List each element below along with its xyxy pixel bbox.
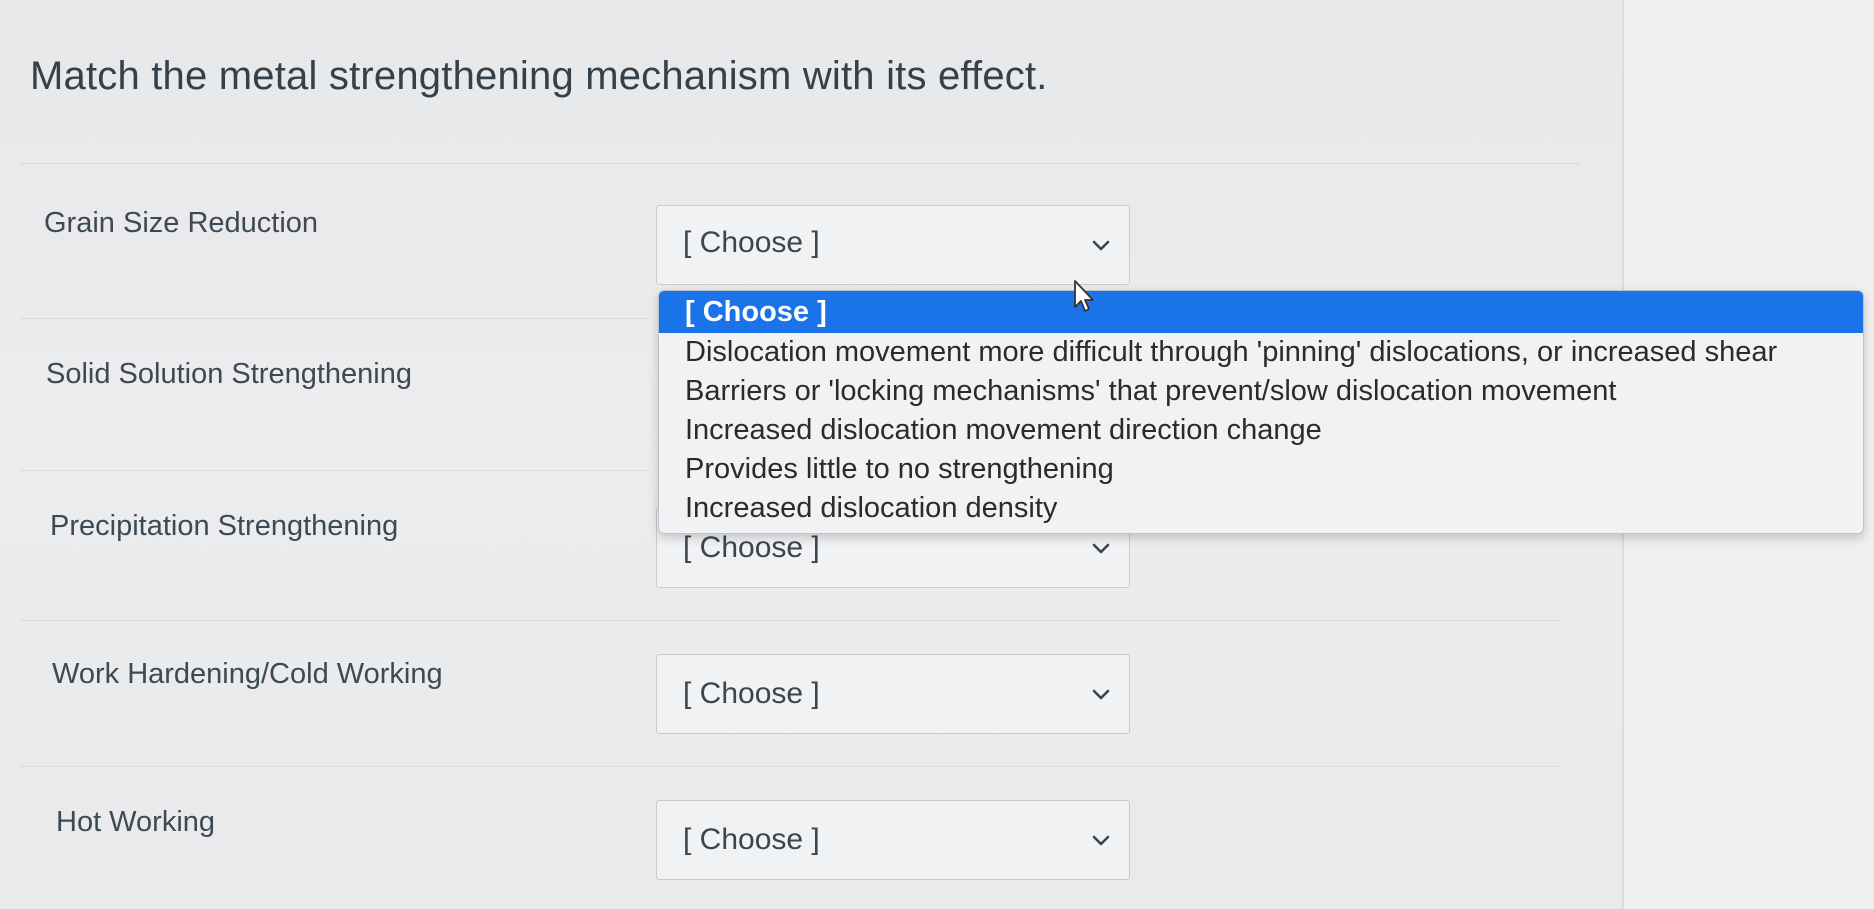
select-value: [ Choose ] xyxy=(683,531,820,564)
select-value: [ Choose ] xyxy=(683,677,820,710)
mouse-cursor-icon xyxy=(1074,280,1094,312)
chevron-down-icon xyxy=(1092,689,1110,700)
select-work-hardening-cold-working[interactable]: [ Choose ] xyxy=(656,654,1130,734)
chevron-down-icon xyxy=(1092,240,1110,251)
row-label-grain-size-reduction: Grain Size Reduction xyxy=(44,207,319,239)
select-grain-size-reduction[interactable]: [ Choose ] xyxy=(656,205,1130,285)
row-label-precipitation-strengthening: Precipitation Strengthening xyxy=(50,510,399,542)
row-label-solid-solution-strengthening: Solid Solution Strengthening xyxy=(46,358,412,390)
chevron-down-icon xyxy=(1092,835,1110,846)
dropdown-option[interactable]: Increased dislocation density xyxy=(659,489,1863,528)
question-title: Match the metal strengthening mechanism … xyxy=(30,54,1048,98)
divider xyxy=(20,163,1580,164)
select-hot-working[interactable]: [ Choose ] xyxy=(656,800,1130,880)
dropdown-option[interactable]: Barriers or 'locking mechanisms' that pr… xyxy=(659,372,1863,411)
dropdown-option[interactable]: Increased dislocation movement direction… xyxy=(659,411,1863,450)
row-label-work-hardening-cold-working: Work Hardening/Cold Working xyxy=(52,658,443,690)
dropdown-options-list[interactable]: [ Choose ] Dislocation movement more dif… xyxy=(658,290,1864,534)
dropdown-option[interactable]: Dislocation movement more difficult thro… xyxy=(659,333,1863,372)
row-label-hot-working: Hot Working xyxy=(56,806,216,838)
divider xyxy=(20,766,1560,767)
chevron-down-icon xyxy=(1092,543,1110,554)
divider xyxy=(20,318,650,319)
select-value: [ Choose ] xyxy=(683,226,820,259)
select-value: [ Choose ] xyxy=(683,823,820,856)
divider xyxy=(20,470,650,471)
dropdown-option[interactable]: Provides little to no strengthening xyxy=(659,450,1863,489)
divider xyxy=(20,620,1560,621)
dropdown-option[interactable]: [ Choose ] xyxy=(659,291,1863,333)
